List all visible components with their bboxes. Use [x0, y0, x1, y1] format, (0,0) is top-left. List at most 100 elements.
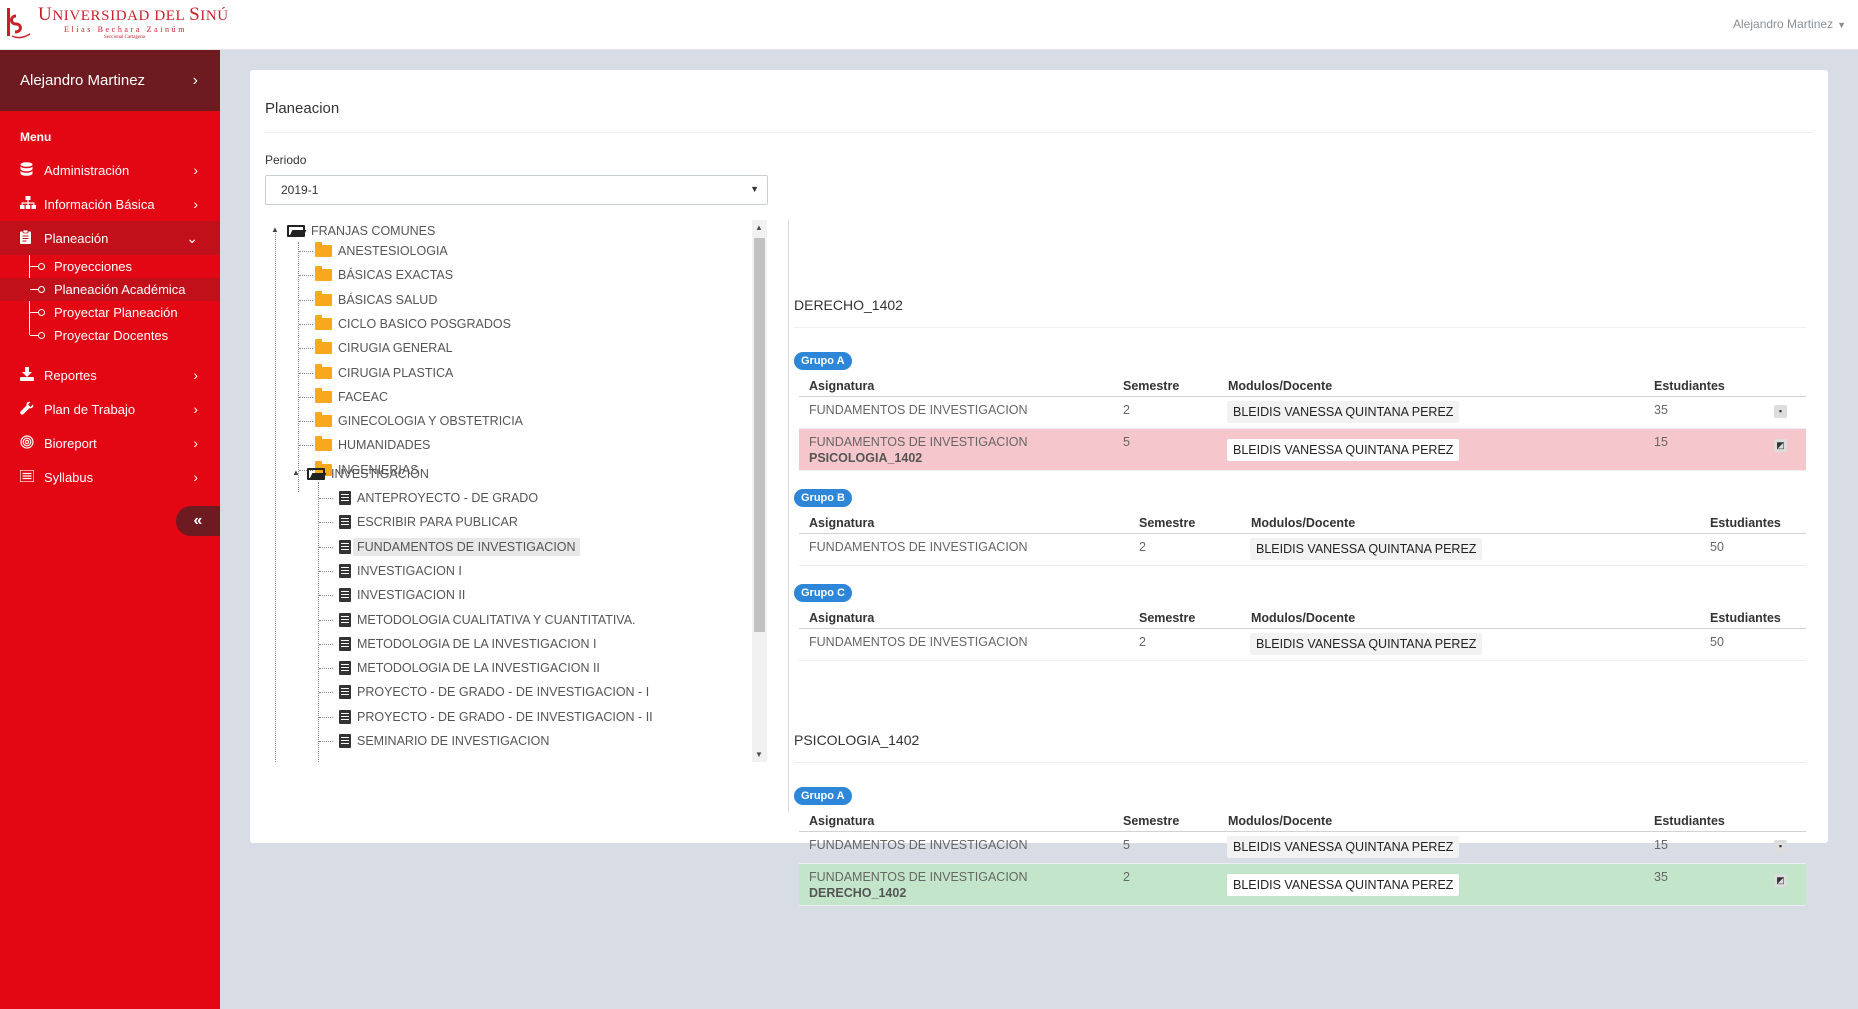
book-icon	[339, 563, 351, 578]
trash-icon[interactable]: ▪	[1774, 840, 1787, 853]
tree-folder-investigacion[interactable]: ▲ INVESTIGACIÓN	[292, 463, 429, 485]
collapse-sidebar-button[interactable]: «	[176, 506, 220, 536]
user-dropdown[interactable]: Alejandro Martinez ▼	[1733, 17, 1846, 31]
sidebar-item-informacion-basica[interactable]: Información Básica ›	[0, 187, 220, 221]
row-estudiantes: 35	[1654, 403, 1668, 417]
row-docente[interactable]: BLEIDIS VANESSA QUINTANA PEREZ	[1227, 401, 1460, 423]
book-icon	[339, 491, 351, 505]
sidebar-item-bioreport[interactable]: Bioreport ›	[0, 426, 220, 460]
logo-subtitle-campus: Seccional Cartagena	[104, 35, 145, 40]
book-icon	[339, 612, 351, 627]
col-estudiantes: Estudiantes	[1710, 516, 1781, 530]
collapse-toggle-icon[interactable]: ▲	[292, 468, 300, 477]
sidebar-item-label: Información Básica	[44, 196, 155, 212]
tree-connector	[319, 522, 333, 524]
collapse-toggle-icon[interactable]: ▲	[271, 225, 279, 234]
row-docente[interactable]: BLEIDIS VANESSA QUINTANA PEREZ	[1227, 836, 1460, 858]
sidebar-item-plan-de-trabajo[interactable]: Plan de Trabajo ›	[0, 392, 220, 426]
tree-node-label: ESCRIBIR PARA PUBLICAR	[357, 515, 518, 530]
row-docente[interactable]: BLEIDIS VANESSA QUINTANA PEREZ	[1250, 538, 1483, 560]
tree-node-label: INVESTIGACION II	[357, 588, 466, 603]
table-header: Asignatura Semestre Modulos/Docente Estudia…	[799, 373, 1806, 397]
tree-course[interactable]: SEMINARIO DE INVESTIGACION	[319, 730, 549, 752]
tree-connector	[299, 372, 313, 374]
table-row: FUNDAMENTOS DE INVESTIGACION 2 BLEIDIS VAN…	[799, 629, 1806, 661]
logo-subtitle: Elías Bechara Zainúm	[64, 25, 188, 34]
row-asignatura: FUNDAMENTOS DE INVESTIGACION	[809, 403, 1028, 417]
tree-course[interactable]: ESCRIBIR PARA PUBLICAR	[319, 511, 518, 533]
col-semestre: Semestre	[1139, 516, 1196, 530]
row-docente[interactable]: BLEIDIS VANESSA QUINTANA PEREZ	[1227, 874, 1460, 896]
tree-scrollbar[interactable]: ▲ ▼	[752, 220, 767, 762]
folder-icon	[315, 412, 332, 428]
tree-connector	[299, 348, 313, 350]
shared-icon[interactable]: ◩	[1774, 874, 1787, 887]
chevron-down-icon: ⌄	[186, 229, 198, 246]
tree-node-label: METODOLOGIA CUALITATIVA Y CUANTITATIVA.	[357, 612, 636, 627]
tree-course[interactable]: ANTEPROYECTO - DE GRADO	[319, 487, 538, 509]
submenu-item-proyecciones[interactable]: Proyecciones	[0, 255, 220, 278]
tree-connector	[319, 643, 333, 645]
row-semestre: 2	[1123, 870, 1130, 884]
row-semestre: 2	[1139, 635, 1146, 649]
trash-icon[interactable]: ▪	[1774, 405, 1787, 418]
table-row: FUNDAMENTOS DE INVESTIGACION 2 BLEIDIS VAN…	[799, 397, 1806, 429]
shared-icon[interactable]: ◩	[1774, 439, 1787, 452]
folder-icon	[315, 387, 332, 403]
col-estudiantes: Estudiantes	[1710, 611, 1781, 625]
wrench-icon	[20, 401, 44, 418]
col-docente: Modulos/Docente	[1228, 814, 1333, 828]
sidebar-user[interactable]: Alejandro Martinez ›	[0, 50, 220, 111]
tree-course[interactable]: METODOLOGIA CUALITATIVA Y CUANTITATIVA.	[319, 609, 636, 631]
col-asignatura: Asignatura	[809, 379, 875, 393]
menu-label: Menu	[20, 130, 52, 144]
tree-folder[interactable]: ANESTESIOLOGIA	[299, 240, 448, 262]
tree-folder[interactable]: CIRUGIA GENERAL	[299, 337, 453, 359]
row-docente[interactable]: BLEIDIS VANESSA QUINTANA PEREZ	[1227, 439, 1460, 461]
submenu-item-proyectar-docentes[interactable]: Proyectar Docentes	[0, 324, 220, 347]
logo-mark-icon	[4, 6, 34, 42]
tree-folder[interactable]: BÁSICAS EXACTAS	[299, 264, 453, 286]
tree-node-label: ANESTESIOLOGIA	[338, 244, 448, 258]
submenu-item-planeacion-academica[interactable]: Planeación Académica	[0, 278, 220, 301]
tree-connector	[319, 570, 333, 572]
submenu-item-proyectar-planeacion[interactable]: Proyectar Planeación	[0, 301, 220, 324]
tree-node-label: GINECOLOGIA Y OBSTETRICIA	[338, 414, 524, 429]
tree-folder[interactable]: CIRUGIA PLASTICA	[299, 362, 453, 384]
sidebar: Alejandro Martinez › Menu Administración…	[0, 50, 220, 1009]
tree-course[interactable]: METODOLOGIA DE LA INVESTIGACION I	[319, 633, 596, 655]
tree-course[interactable]: INVESTIGACION I	[319, 560, 462, 582]
row-estudiantes: 35	[1654, 870, 1668, 884]
tree-folder-franjas-comunes[interactable]: ▲ FRANJAS COMUNES	[271, 220, 435, 242]
tree-course[interactable]: FUNDAMENTOS DE INVESTIGACION	[319, 536, 580, 558]
tree-course[interactable]: PROYECTO - DE GRADO - DE INVESTIGACION -…	[319, 681, 649, 703]
tree-node-label: METODOLOGIA DE LA INVESTIGACION I	[357, 636, 597, 651]
tree-folder[interactable]: HUMANIDADES	[299, 434, 430, 456]
row-semestre: 2	[1123, 403, 1130, 417]
tree-line	[275, 231, 276, 762]
table-header: Asignatura Semestre Modulos/Docente Estudia…	[799, 808, 1806, 832]
sidebar-item-reportes[interactable]: Reportes ›	[0, 358, 220, 392]
tree-folder[interactable]: FACEAC	[299, 386, 388, 408]
tree-folder[interactable]: BÁSICAS SALUD	[299, 289, 437, 311]
sidebar-item-planeacion[interactable]: Planeación ⌄	[0, 221, 220, 255]
sidebar-item-label: Reportes	[44, 367, 97, 383]
sidebar-item-syllabus[interactable]: Syllabus ›	[0, 460, 220, 494]
periodo-select[interactable]: 2019-1 ▼	[265, 175, 768, 205]
sidebar-item-administracion[interactable]: Administración ›	[0, 153, 220, 187]
scrollbar-thumb[interactable]	[754, 238, 765, 632]
tree-folder[interactable]: CICLO BASICO POSGRADOS	[299, 313, 511, 335]
tree-connector	[319, 546, 333, 548]
tree-course[interactable]: PROYECTO - DE GRADO - DE INVESTIGACION -…	[319, 706, 653, 728]
group-table: Asignatura Semestre Modulos/Docente Estudia…	[799, 510, 1806, 566]
tree-folder[interactable]: GINECOLOGIA Y OBSTETRICIA	[299, 410, 523, 432]
book-icon	[339, 661, 351, 676]
tree-connector	[299, 251, 313, 252]
scroll-up-icon[interactable]: ▲	[755, 223, 763, 232]
tree-course[interactable]: METODOLOGIA DE LA INVESTIGACION II	[319, 657, 600, 679]
tree-course[interactable]: INVESTIGACION II	[319, 584, 465, 606]
book-icon	[339, 709, 351, 724]
university-logo[interactable]: UNIVERSIDAD DEL SINÚ Elías Bechara Zainú…	[4, 5, 229, 48]
scroll-down-icon[interactable]: ▼	[755, 750, 763, 759]
row-docente[interactable]: BLEIDIS VANESSA QUINTANA PEREZ	[1250, 633, 1483, 655]
